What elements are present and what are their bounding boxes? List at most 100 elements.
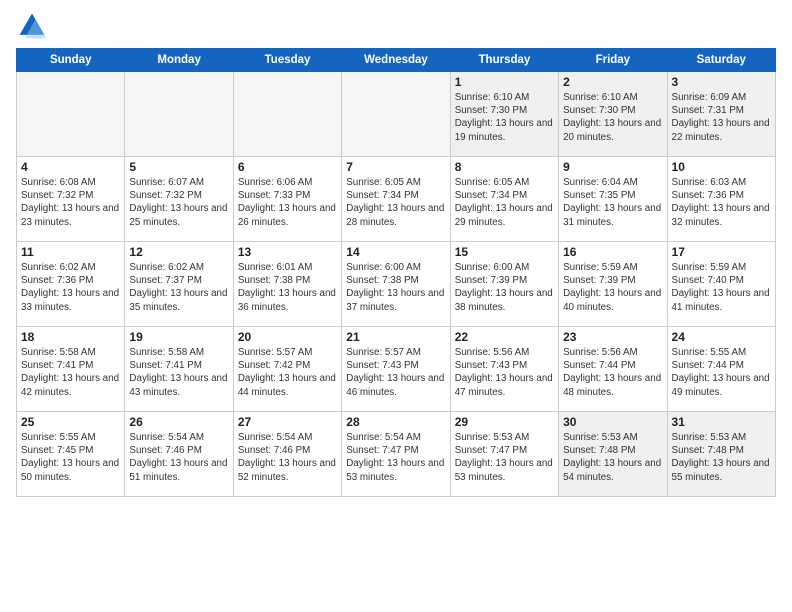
calendar-day-header: Tuesday: [233, 49, 341, 72]
calendar-cell: [17, 72, 125, 157]
day-number: 2: [563, 75, 662, 89]
calendar-cell: 2Sunrise: 6:10 AM Sunset: 7:30 PM Daylig…: [559, 72, 667, 157]
day-number: 19: [129, 330, 228, 344]
day-info: Sunrise: 6:03 AM Sunset: 7:36 PM Dayligh…: [672, 176, 771, 229]
calendar-header: SundayMondayTuesdayWednesdayThursdayFrid…: [17, 49, 776, 72]
day-info: Sunrise: 5:57 AM Sunset: 7:42 PM Dayligh…: [238, 346, 337, 399]
day-number: 25: [21, 415, 120, 429]
calendar-cell: 29 Sunrise: 5:53 AM Sunset: 7:47 PM Dayli…: [450, 412, 558, 497]
day-number: 10: [672, 160, 771, 174]
calendar-cell: 24Sunrise: 5:55 AM Sunset: 7:44 PM Dayli…: [667, 327, 775, 412]
calendar-cell: 25 Sunrise: 5:55 AM Sunset: 7:45 PM Dayli…: [17, 412, 125, 497]
calendar-cell: 10 Sunrise: 6:03 AM Sunset: 7:36 PM Dayli…: [667, 157, 775, 242]
day-info: Sunrise: 5:53 AM Sunset: 7:48 PM Dayligh…: [563, 431, 662, 484]
day-info: Sunrise: 6:00 AM Sunset: 7:38 PM Dayligh…: [346, 261, 445, 314]
calendar-cell: 21Sunrise: 5:57 AM Sunset: 7:43 PM Dayli…: [342, 327, 450, 412]
day-info: Sunrise: 6:02 AM Sunset: 7:36 PM Dayligh…: [21, 261, 120, 314]
logo-icon: [16, 10, 48, 42]
calendar-cell: 6 Sunrise: 6:06 AM Sunset: 7:33 PM Daylig…: [233, 157, 341, 242]
day-number: 28: [346, 415, 445, 429]
calendar-week-row: 4Sunrise: 6:08 AM Sunset: 7:32 PM Daylig…: [17, 157, 776, 242]
day-number: 17: [672, 245, 771, 259]
day-info: Sunrise: 6:06 AM Sunset: 7:33 PM Dayligh…: [238, 176, 337, 229]
day-number: 26: [129, 415, 228, 429]
day-info: Sunrise: 5:59 AM Sunset: 7:40 PM Dayligh…: [672, 261, 771, 314]
calendar-day-header: Thursday: [450, 49, 558, 72]
calendar-body: 1 Sunrise: 6:10 AM Sunset: 7:30 PM Daylig…: [17, 72, 776, 497]
calendar-cell: 26 Sunrise: 5:54 AM Sunset: 7:46 PM Dayli…: [125, 412, 233, 497]
page: SundayMondayTuesdayWednesdayThursdayFrid…: [0, 0, 792, 612]
calendar-week-row: 1 Sunrise: 6:10 AM Sunset: 7:30 PM Daylig…: [17, 72, 776, 157]
day-info: Sunrise: 6:10 AM Sunset: 7:30 PM Dayligh…: [455, 91, 554, 144]
calendar-cell: 1 Sunrise: 6:10 AM Sunset: 7:30 PM Daylig…: [450, 72, 558, 157]
calendar-table: SundayMondayTuesdayWednesdayThursdayFrid…: [16, 48, 776, 497]
day-number: 6: [238, 160, 337, 174]
calendar-cell: 8Sunrise: 6:05 AM Sunset: 7:34 PM Daylig…: [450, 157, 558, 242]
day-info: Sunrise: 5:53 AM Sunset: 7:48 PM Dayligh…: [672, 431, 771, 484]
calendar-cell: 4Sunrise: 6:08 AM Sunset: 7:32 PM Daylig…: [17, 157, 125, 242]
day-number: 23: [563, 330, 662, 344]
calendar-cell: 3 Sunrise: 6:09 AM Sunset: 7:31 PM Daylig…: [667, 72, 775, 157]
calendar-cell: 20 Sunrise: 5:57 AM Sunset: 7:42 PM Dayli…: [233, 327, 341, 412]
calendar-week-row: 11 Sunrise: 6:02 AM Sunset: 7:36 PM Dayli…: [17, 242, 776, 327]
day-number: 12: [129, 245, 228, 259]
day-number: 3: [672, 75, 771, 89]
day-info: Sunrise: 6:09 AM Sunset: 7:31 PM Dayligh…: [672, 91, 771, 144]
day-info: Sunrise: 6:07 AM Sunset: 7:32 PM Dayligh…: [129, 176, 228, 229]
calendar-cell: 15Sunrise: 6:00 AM Sunset: 7:39 PM Dayli…: [450, 242, 558, 327]
day-info: Sunrise: 6:05 AM Sunset: 7:34 PM Dayligh…: [346, 176, 445, 229]
day-number: 30: [563, 415, 662, 429]
day-number: 16: [563, 245, 662, 259]
day-info: Sunrise: 6:00 AM Sunset: 7:39 PM Dayligh…: [455, 261, 554, 314]
day-info: Sunrise: 6:01 AM Sunset: 7:38 PM Dayligh…: [238, 261, 337, 314]
calendar-cell: 14 Sunrise: 6:00 AM Sunset: 7:38 PM Dayli…: [342, 242, 450, 327]
calendar-day-header: Sunday: [17, 49, 125, 72]
calendar-day-header: Saturday: [667, 49, 775, 72]
day-info: Sunrise: 5:54 AM Sunset: 7:46 PM Dayligh…: [129, 431, 228, 484]
header: [16, 10, 776, 42]
day-info: Sunrise: 6:04 AM Sunset: 7:35 PM Dayligh…: [563, 176, 662, 229]
calendar-cell: 7 Sunrise: 6:05 AM Sunset: 7:34 PM Daylig…: [342, 157, 450, 242]
calendar-week-row: 25 Sunrise: 5:55 AM Sunset: 7:45 PM Dayli…: [17, 412, 776, 497]
calendar-day-header: Monday: [125, 49, 233, 72]
day-number: 9: [563, 160, 662, 174]
day-info: Sunrise: 5:55 AM Sunset: 7:44 PM Dayligh…: [672, 346, 771, 399]
day-number: 22: [455, 330, 554, 344]
day-info: Sunrise: 6:02 AM Sunset: 7:37 PM Dayligh…: [129, 261, 228, 314]
calendar-cell: 9 Sunrise: 6:04 AM Sunset: 7:35 PM Daylig…: [559, 157, 667, 242]
day-number: 5: [129, 160, 228, 174]
calendar-header-row: SundayMondayTuesdayWednesdayThursdayFrid…: [17, 49, 776, 72]
calendar-cell: 23 Sunrise: 5:56 AM Sunset: 7:44 PM Dayli…: [559, 327, 667, 412]
day-info: Sunrise: 5:57 AM Sunset: 7:43 PM Dayligh…: [346, 346, 445, 399]
day-number: 7: [346, 160, 445, 174]
day-number: 1: [455, 75, 554, 89]
calendar-cell: 18 Sunrise: 5:58 AM Sunset: 7:41 PM Dayli…: [17, 327, 125, 412]
calendar-cell: 31 Sunrise: 5:53 AM Sunset: 7:48 PM Dayli…: [667, 412, 775, 497]
day-info: Sunrise: 5:56 AM Sunset: 7:43 PM Dayligh…: [455, 346, 554, 399]
day-number: 29: [455, 415, 554, 429]
day-info: Sunrise: 5:58 AM Sunset: 7:41 PM Dayligh…: [21, 346, 120, 399]
day-number: 4: [21, 160, 120, 174]
day-info: Sunrise: 5:55 AM Sunset: 7:45 PM Dayligh…: [21, 431, 120, 484]
day-number: 18: [21, 330, 120, 344]
day-number: 11: [21, 245, 120, 259]
logo: [16, 10, 52, 42]
day-info: Sunrise: 5:59 AM Sunset: 7:39 PM Dayligh…: [563, 261, 662, 314]
calendar-cell: 30 Sunrise: 5:53 AM Sunset: 7:48 PM Dayli…: [559, 412, 667, 497]
calendar-cell: 22 Sunrise: 5:56 AM Sunset: 7:43 PM Dayli…: [450, 327, 558, 412]
day-number: 13: [238, 245, 337, 259]
calendar-cell: 19 Sunrise: 5:58 AM Sunset: 7:41 PM Dayli…: [125, 327, 233, 412]
day-number: 31: [672, 415, 771, 429]
calendar-cell: 12 Sunrise: 6:02 AM Sunset: 7:37 PM Dayli…: [125, 242, 233, 327]
day-info: Sunrise: 5:58 AM Sunset: 7:41 PM Dayligh…: [129, 346, 228, 399]
calendar-week-row: 18 Sunrise: 5:58 AM Sunset: 7:41 PM Dayli…: [17, 327, 776, 412]
day-number: 14: [346, 245, 445, 259]
day-info: Sunrise: 5:53 AM Sunset: 7:47 PM Dayligh…: [455, 431, 554, 484]
calendar-cell: [125, 72, 233, 157]
day-info: Sunrise: 5:54 AM Sunset: 7:46 PM Dayligh…: [238, 431, 337, 484]
calendar-cell: 16 Sunrise: 5:59 AM Sunset: 7:39 PM Dayli…: [559, 242, 667, 327]
day-info: Sunrise: 5:56 AM Sunset: 7:44 PM Dayligh…: [563, 346, 662, 399]
day-number: 8: [455, 160, 554, 174]
day-number: 20: [238, 330, 337, 344]
calendar-cell: 13 Sunrise: 6:01 AM Sunset: 7:38 PM Dayli…: [233, 242, 341, 327]
